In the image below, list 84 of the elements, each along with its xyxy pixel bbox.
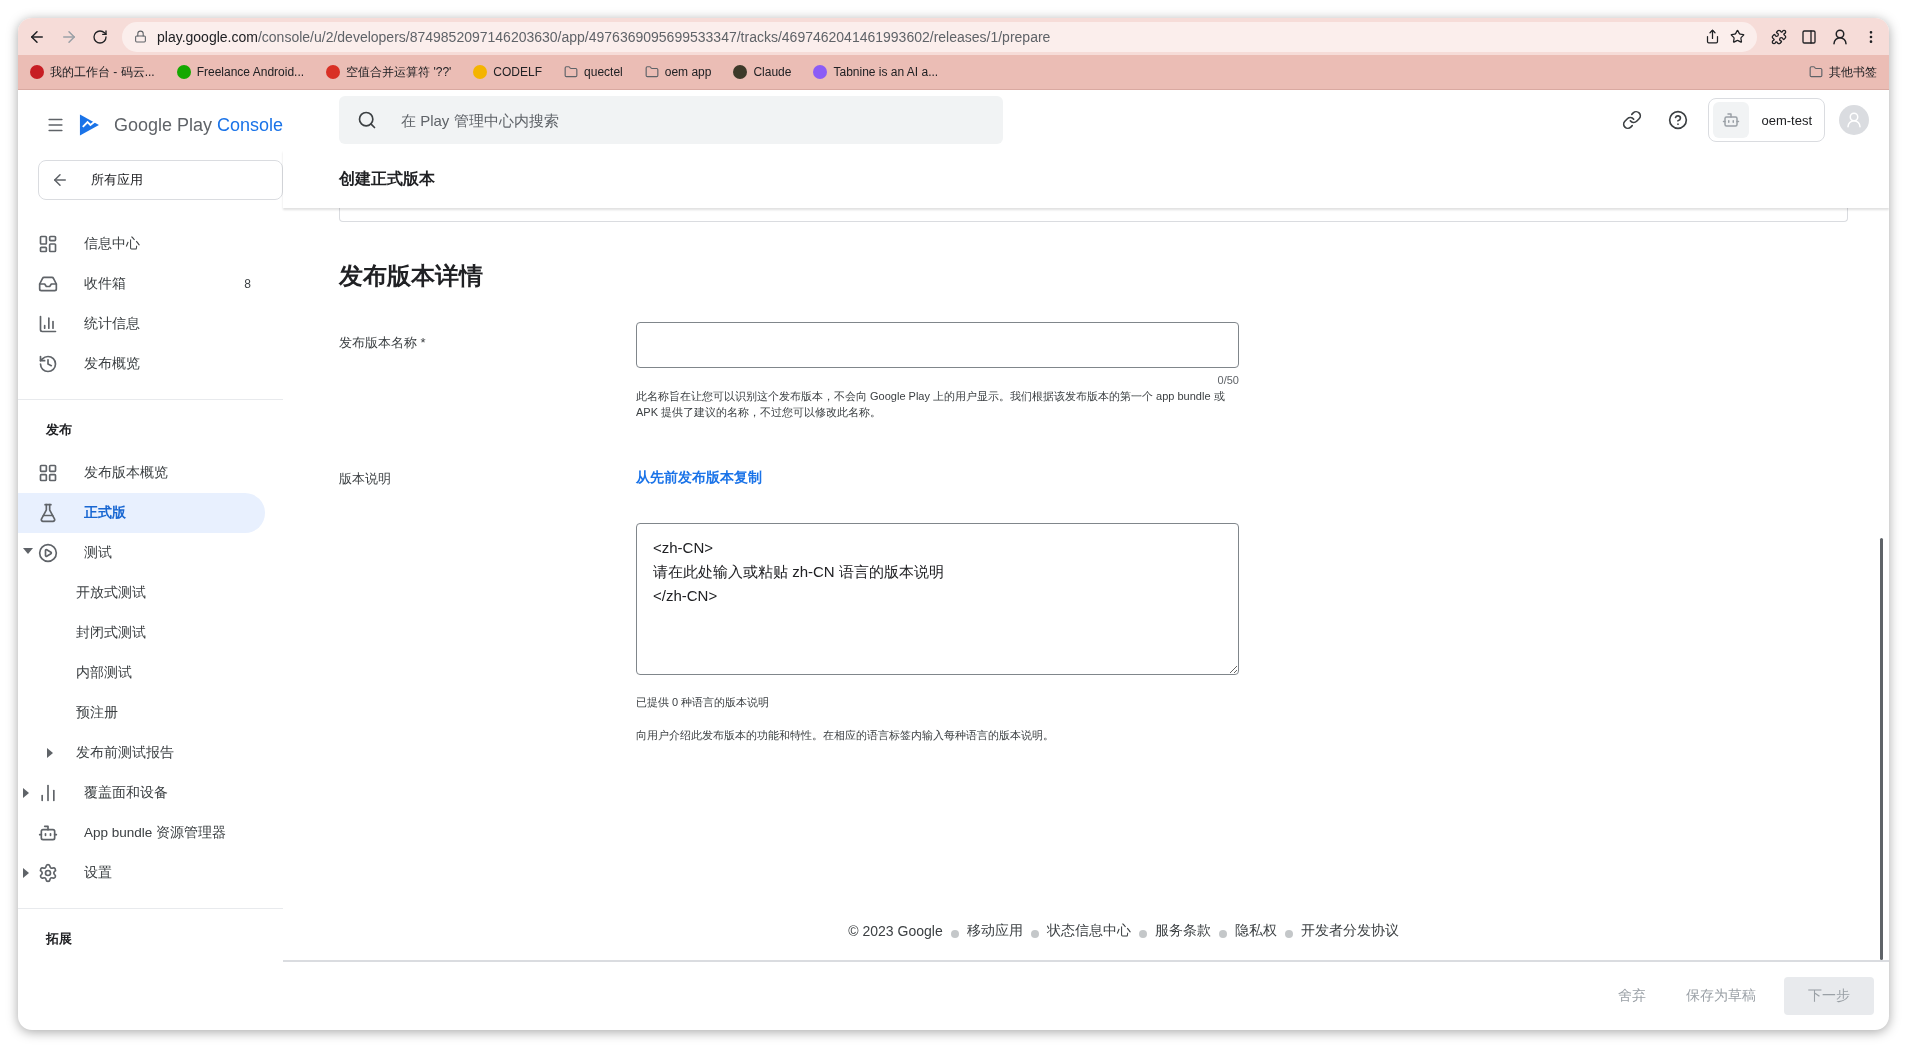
separator-dot-icon: [950, 930, 959, 938]
help-icon: [1668, 110, 1689, 130]
sidebar-item[interactable]: 发布版本概览: [18, 453, 265, 493]
char-counter: 0/50: [1216, 374, 1239, 386]
star-icon[interactable]: [1730, 29, 1745, 44]
separator-dot-icon: [1284, 930, 1293, 938]
flask-icon: [38, 503, 58, 523]
address-bar[interactable]: play.google.com/console/u/2/developers/8749852097146203630/app/4976369095699533347/tracks/4697462041461993602/releases/1/prepare: [122, 21, 1757, 52]
sidebar-item[interactable]: App bundle 资源管理器: [18, 813, 265, 853]
play-logo-icon: [79, 113, 100, 137]
bookmark[interactable]: oem app: [644, 65, 712, 79]
search-field[interactable]: 在 Play 管理中心内搜索: [339, 96, 1003, 144]
release-notes-field[interactable]: <zh-CN> 请在此处输入或粘贴 zh-CN 语言的版本说明 </zh-CN>: [636, 523, 1239, 675]
account-chip[interactable]: oem-test: [1708, 98, 1825, 142]
copy-link[interactable]: 从先前发布版本复制: [636, 469, 762, 487]
side-panel-icon[interactable]: [1801, 28, 1817, 45]
url-text: play.google.com/console/u/2/developers/8749852097146203630/app/4976369095699533347/tracks/4697462041461993602/releases/1/prepare: [157, 28, 1051, 45]
bookmark[interactable]: 空值合并运算符 '??': [326, 63, 452, 81]
sidebar-item[interactable]: 覆盖面和设备: [18, 773, 265, 813]
field-label: 发布版本名称 *: [339, 334, 427, 352]
sidebar-item[interactable]: 内部测试: [18, 653, 265, 693]
sidebar-item[interactable]: 信息中心: [18, 224, 265, 264]
play-circle-icon: [38, 543, 58, 563]
bookmark[interactable]: CODELF: [473, 65, 543, 79]
sidebar-item[interactable]: 收件箱 8: [18, 264, 265, 304]
footer-link[interactable]: 服务条款: [1154, 922, 1211, 940]
sidebar-item[interactable]: 封闭式测试: [18, 613, 265, 653]
lock-icon: [134, 30, 147, 43]
separator-dot-icon: [1218, 930, 1227, 938]
caret-icon[interactable]: [23, 788, 29, 798]
clock-list-icon: [38, 354, 58, 374]
release-name-field[interactable]: [636, 322, 1239, 368]
section-title: 拓展: [44, 930, 73, 948]
separator-dot-icon: [1138, 930, 1147, 938]
bookmark[interactable]: 我的工作台 - 码云...: [30, 63, 155, 81]
folder-icon: [644, 65, 659, 79]
grid-icon: [38, 463, 58, 483]
profile-icon[interactable]: [1831, 27, 1849, 46]
footer-link[interactable]: 状态信息中心: [1046, 922, 1131, 940]
bookmark-folder[interactable]: 其他书签: [1809, 63, 1877, 81]
notes-count: 已提供 0 种语言的版本说明: [636, 695, 771, 710]
sidebar-item[interactable]: 测试: [18, 533, 265, 573]
link-icon: [1622, 110, 1643, 130]
section-heading: 发布版本详情: [339, 261, 484, 291]
sidebar-item[interactable]: 开放式测试: [18, 573, 265, 613]
android-icon: [1713, 102, 1750, 138]
sidebar-item[interactable]: 预注册: [18, 693, 265, 733]
sidebar-item[interactable]: 设置: [18, 853, 265, 893]
folder-icon: [1809, 65, 1823, 79]
caret-icon[interactable]: [23, 548, 33, 554]
footer-link[interactable]: 隐私权: [1234, 922, 1277, 940]
caret-icon[interactable]: [47, 748, 53, 758]
section-title: 发布: [45, 421, 73, 439]
reload-icon[interactable]: [92, 28, 108, 45]
scrollbar[interactable]: [1880, 538, 1883, 960]
bookmark[interactable]: Claude: [733, 65, 792, 79]
puzzle-icon[interactable]: [1771, 28, 1787, 45]
copyright-text: © 2023 Google: [848, 923, 943, 939]
footer-link[interactable]: 移动应用: [966, 922, 1023, 940]
unread-count: 8: [244, 277, 251, 291]
sidebar-item[interactable]: 统计信息: [18, 304, 265, 344]
bookmark[interactable]: Freelance Android...: [176, 65, 305, 79]
android-icon: [38, 823, 58, 843]
help-text: 此名称旨在让您可以识别这个发布版本，不会向 Google Play 上的用户显示。我们根据该发布版本的第一个 app bundle 或 APK 提供了建议的名称，不过您可以修改此名称。: [636, 389, 1226, 420]
inbox-icon: [38, 274, 58, 294]
page-title: 创建正式版本: [283, 150, 1889, 208]
share-icon[interactable]: [1705, 29, 1720, 44]
sidebar-item[interactable]: 发布前测试报告: [18, 733, 265, 773]
help-text: 向用户介绍此发布版本的功能和特性。在相应的语言标签内输入每种语言的版本说明。: [636, 728, 1055, 743]
settings-icon: [38, 863, 58, 883]
sidebar-item[interactable]: 发布概览: [18, 344, 265, 384]
dashboard-icon: [38, 234, 58, 254]
footer-link[interactable]: 开发者分发协议: [1300, 922, 1399, 940]
separator-dot-icon: [1030, 930, 1039, 938]
app-logo-text: Google Play Console: [113, 114, 283, 136]
all-apps-button[interactable]: 所有应用: [38, 160, 283, 200]
bar-chart-icon: [38, 314, 58, 334]
field-label: 版本说明: [339, 470, 392, 488]
bookmark[interactable]: quectel: [564, 65, 623, 79]
sidebar-item[interactable]: 正式版: [18, 493, 265, 533]
bookmark[interactable]: Tabnine is an AI a...: [813, 65, 939, 79]
folder-icon: [564, 65, 579, 79]
caret-icon[interactable]: [23, 868, 29, 878]
bar-chart-icon: [38, 783, 58, 803]
